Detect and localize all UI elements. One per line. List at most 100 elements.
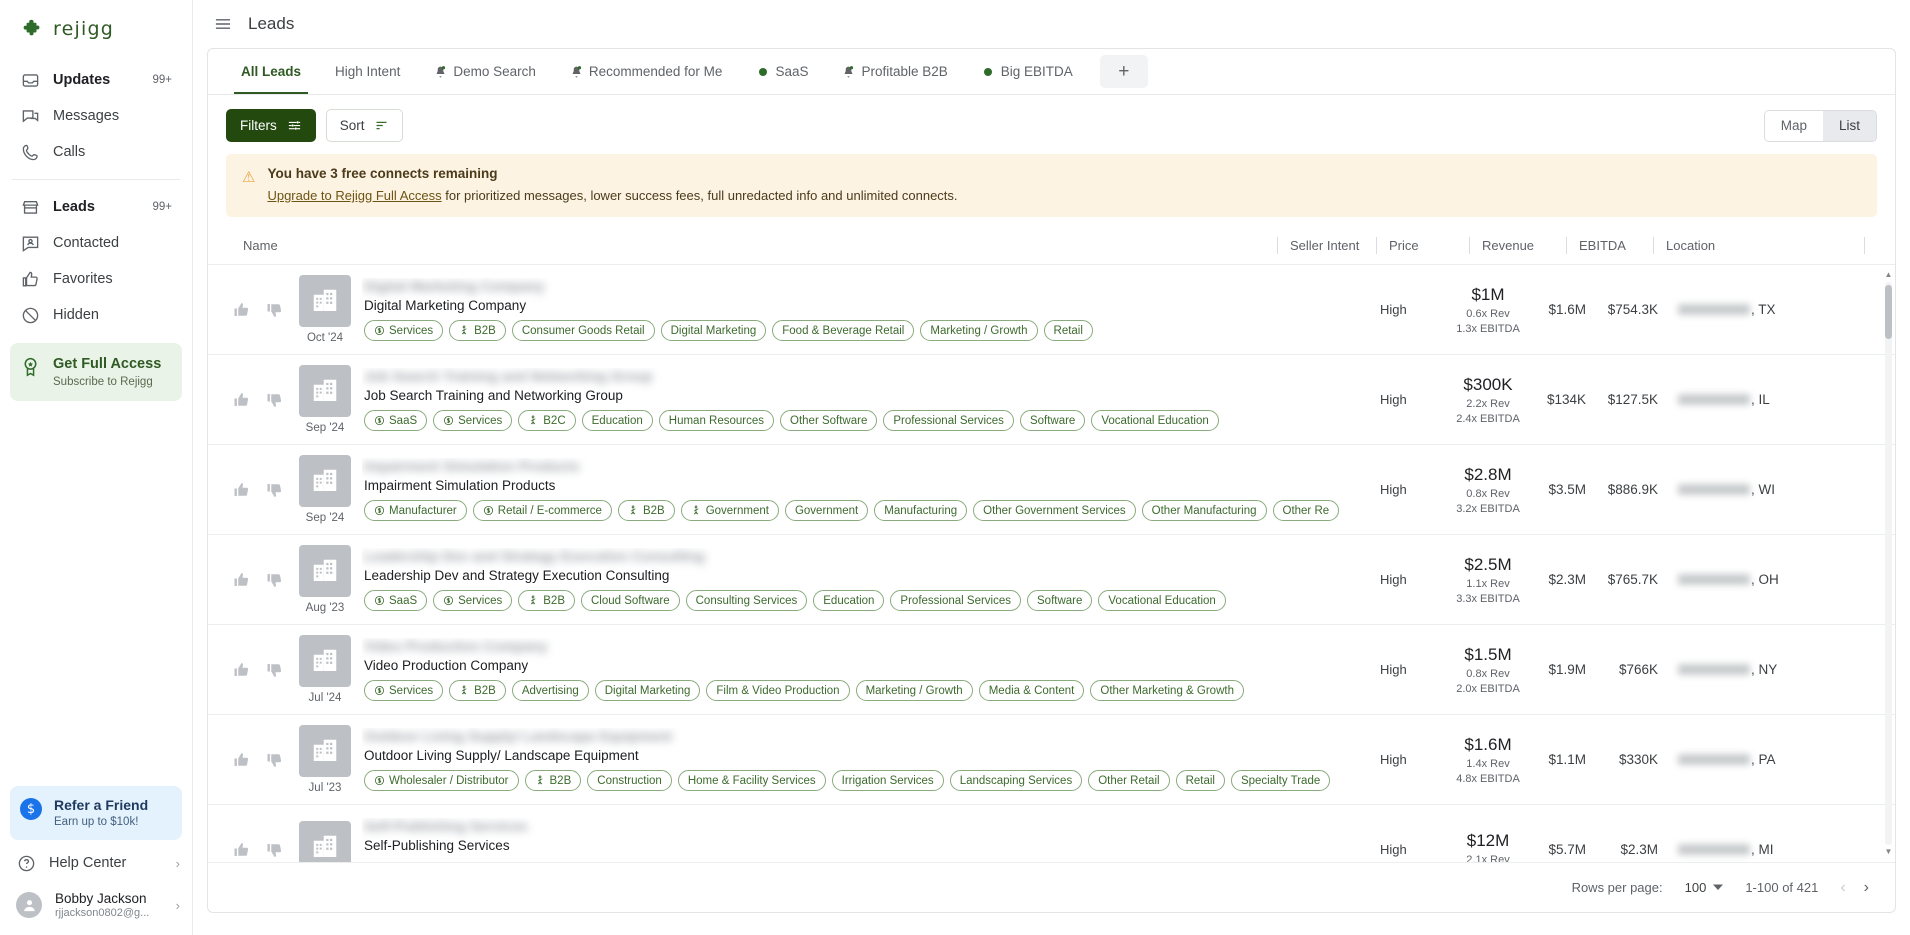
scrollbar-track[interactable] [1885, 282, 1892, 845]
column-header-name[interactable]: Name [226, 238, 1265, 253]
tag-chip[interactable]: B2B [524, 770, 582, 791]
tag-chip[interactable]: Wholesaler / Distributor [364, 770, 519, 791]
tag-chip[interactable]: Services [364, 680, 444, 701]
sidebar-item-favorites[interactable]: Favorites [10, 261, 182, 297]
brand-logo-area[interactable]: rejigg [0, 0, 192, 56]
sidebar-item-help-center[interactable]: Help Center › [0, 844, 192, 882]
tab-saas[interactable]: SaaS [739, 49, 825, 94]
tag-chip[interactable]: Software [1019, 410, 1086, 431]
tag-chip[interactable]: Manufacturing [874, 500, 968, 521]
table-row[interactable]: Sep '24 Impairment Simulation Products Imp… [208, 445, 1895, 535]
tag-chip[interactable]: B2C [518, 410, 576, 431]
column-header-seller-intent[interactable]: Seller Intent [1290, 238, 1364, 253]
tag-chip[interactable]: Retail [1043, 320, 1093, 341]
tag-chip[interactable]: Professional Services [890, 590, 1021, 611]
tag-chip[interactable]: Food & Beverage Retail [772, 320, 915, 341]
tag-chip[interactable]: Human Resources [658, 410, 775, 431]
tag-chip[interactable]: Film & Video Production [706, 680, 850, 701]
tag-chip[interactable]: Media & Content [978, 680, 1085, 701]
tag-chip[interactable]: Retail [1175, 770, 1225, 791]
sort-button[interactable]: Sort [325, 109, 403, 142]
tag-chip[interactable]: Vocational Education [1091, 410, 1219, 431]
thumb-down-icon[interactable] [266, 751, 284, 769]
prev-page-button[interactable]: ‹ [1840, 879, 1845, 897]
list-view-button[interactable]: List [1822, 110, 1876, 141]
thumb-up-icon[interactable] [233, 571, 251, 589]
tag-chip[interactable]: Other Marketing & Growth [1090, 680, 1244, 701]
tab-profitable-b2b[interactable]: Profitable B2B [825, 49, 964, 94]
thumb-up-icon[interactable] [233, 751, 251, 769]
vertical-scrollbar[interactable]: ▲ ▼ [1884, 271, 1893, 856]
tag-chip[interactable]: Advertising [511, 680, 589, 701]
tag-chip[interactable]: B2B [617, 500, 675, 521]
thumb-down-icon[interactable] [266, 571, 284, 589]
tag-chip[interactable]: Other Manufacturing [1141, 500, 1267, 521]
tag-chip[interactable]: Other Retail [1088, 770, 1170, 791]
refer-a-friend-card[interactable]: $ Refer a Friend Earn up to $10k! [10, 786, 182, 840]
map-view-button[interactable]: Map [1764, 110, 1823, 141]
column-header-ebitda[interactable]: EBITDA [1579, 238, 1641, 253]
tab-all-leads[interactable]: All Leads [224, 49, 318, 94]
tag-chip[interactable]: Specialty Trade [1230, 770, 1331, 791]
sidebar-item-leads[interactable]: Leads 99+ [10, 189, 182, 225]
tag-chip[interactable]: Home & Facility Services [677, 770, 826, 791]
tag-chip[interactable]: Professional Services [883, 410, 1014, 431]
sidebar-item-messages[interactable]: Messages [10, 98, 182, 134]
scrollbar-thumb[interactable] [1885, 285, 1892, 339]
table-row[interactable]: Aug '23 Leadership Dev and Strategy Execu… [208, 535, 1895, 625]
upgrade-link[interactable]: Upgrade to Rejigg Full Access [267, 188, 441, 203]
tab-high-intent[interactable]: High Intent [318, 49, 417, 94]
scroll-up-arrow-icon[interactable]: ▲ [1885, 271, 1893, 279]
table-row[interactable]: Oct '24 Digital Marketing Company Digital … [208, 265, 1895, 355]
tag-chip[interactable]: Digital Marketing [660, 320, 767, 341]
tab-big-ebitda[interactable]: Big EBITDA [965, 49, 1090, 94]
thumb-down-icon[interactable] [266, 841, 284, 859]
sidebar-item-hidden[interactable]: Hidden [10, 297, 182, 333]
tag-chip[interactable]: Consulting Services [685, 590, 808, 611]
thumb-up-icon[interactable] [233, 481, 251, 499]
user-profile-item[interactable]: Bobby Jackson rjjackson0802@g... › [0, 882, 192, 935]
tag-chip[interactable]: Construction [587, 770, 672, 791]
rows-per-page-select[interactable]: 100 [1685, 880, 1724, 895]
tag-chip[interactable]: SaaS [364, 410, 428, 431]
tag-chip[interactable]: B2B [449, 320, 506, 341]
tag-chip[interactable]: Consumer Goods Retail [511, 320, 655, 341]
column-header-price[interactable]: Price [1389, 238, 1457, 253]
table-row[interactable]: Jul '24 Video Production Company Video Pro… [208, 625, 1895, 715]
tag-chip[interactable]: B2B [449, 680, 506, 701]
tab-recommended-for-me[interactable]: Recommended for Me [553, 49, 740, 94]
tag-chip[interactable]: Marketing / Growth [855, 680, 973, 701]
thumb-down-icon[interactable] [266, 481, 284, 499]
tag-chip[interactable]: Education [581, 410, 653, 431]
column-header-location[interactable]: Location [1666, 238, 1852, 253]
add-tab-button[interactable]: + [1099, 55, 1148, 88]
tag-chip[interactable]: Retail / E-commerce [472, 500, 612, 521]
column-header-revenue[interactable]: Revenue [1482, 238, 1554, 253]
tag-chip[interactable]: Other Government Services [973, 500, 1136, 521]
tag-chip[interactable]: Landscaping Services [949, 770, 1083, 791]
get-full-access-promo[interactable]: Get Full Access Subscribe to Rejigg [10, 343, 182, 401]
tag-chip[interactable]: Government [680, 500, 779, 521]
tag-chip[interactable]: Education [813, 590, 885, 611]
thumb-down-icon[interactable] [266, 301, 284, 319]
sidebar-item-updates[interactable]: Updates 99+ [10, 62, 182, 98]
tag-chip[interactable]: Marketing / Growth [920, 320, 1038, 341]
tag-chip[interactable]: Other Software [780, 410, 878, 431]
tag-chip[interactable]: Vocational Education [1098, 590, 1226, 611]
tag-chip[interactable]: Software [1027, 590, 1093, 611]
filters-button[interactable]: Filters [226, 109, 316, 142]
thumb-up-icon[interactable] [233, 841, 251, 859]
tag-chip[interactable]: Services [433, 590, 513, 611]
hamburger-icon[interactable] [213, 14, 233, 34]
tag-chip[interactable]: SaaS [364, 590, 428, 611]
thumb-down-icon[interactable] [266, 661, 284, 679]
thumb-up-icon[interactable] [233, 661, 251, 679]
table-row[interactable]: Sep '24 Job Search Training and Networkin… [208, 355, 1895, 445]
table-row[interactable]: Self-Publishing Services Self-Publishing … [208, 805, 1895, 862]
thumb-down-icon[interactable] [266, 391, 284, 409]
tag-chip[interactable]: Government [784, 500, 869, 521]
tag-chip[interactable]: Other Re [1272, 500, 1340, 521]
scroll-down-arrow-icon[interactable]: ▼ [1885, 848, 1893, 856]
thumb-up-icon[interactable] [233, 391, 251, 409]
tag-chip[interactable]: Services [364, 320, 444, 341]
